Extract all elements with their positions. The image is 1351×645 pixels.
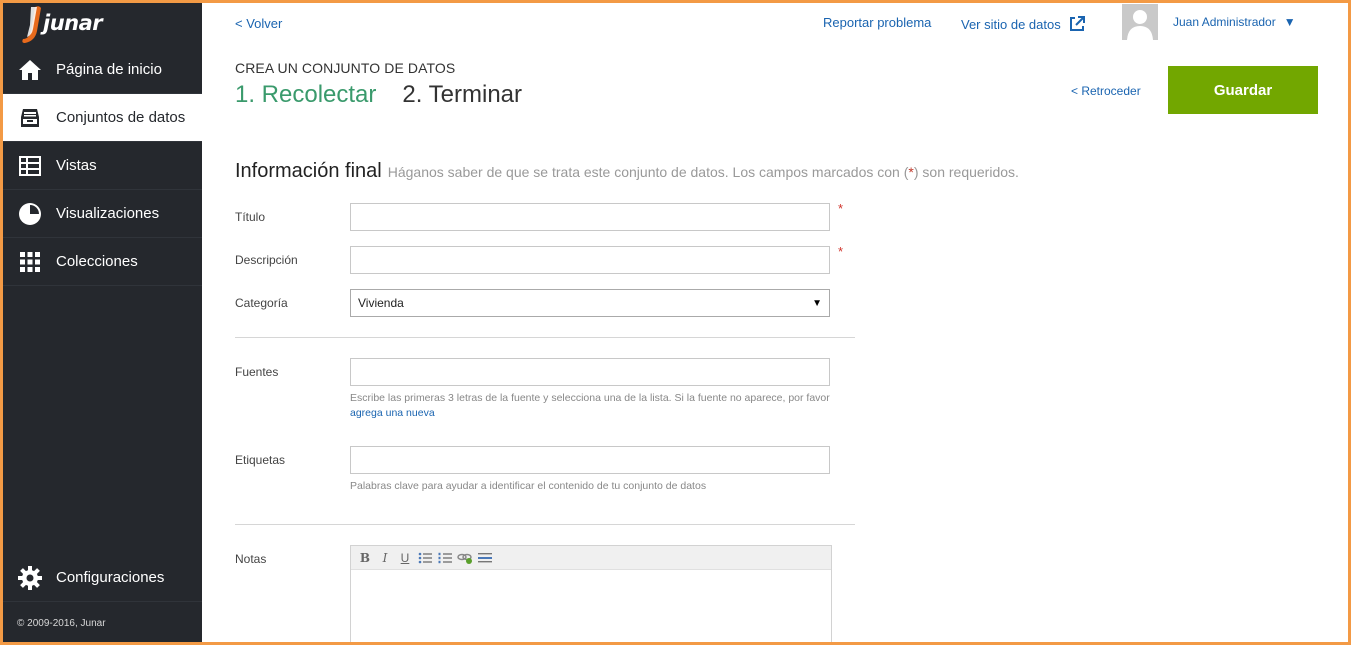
settings-label: Configuraciones xyxy=(56,569,165,586)
wizard-steps: 1. Recolectar 2. Terminar xyxy=(235,81,522,109)
sidebar-item-label: Visualizaciones xyxy=(56,205,160,222)
horizontal-rule-icon xyxy=(478,552,492,562)
divider xyxy=(235,337,855,338)
sidebar-item-label: Conjuntos de datos xyxy=(56,109,186,126)
horizontal-rule-button[interactable] xyxy=(477,550,493,566)
pie-chart-icon xyxy=(17,201,43,227)
chevron-down-icon: ▼ xyxy=(812,297,822,309)
copyright: © 2009-2016, Junar xyxy=(17,618,106,629)
sidebar-item-settings[interactable]: Configuraciones xyxy=(3,554,202,602)
sources-help: Escribe las primeras 3 letras de la fuen… xyxy=(350,392,830,419)
home-icon xyxy=(17,57,43,83)
sidebar-item-visualizations[interactable]: Visualizaciones xyxy=(3,190,202,238)
sidebar-item-label: Vistas xyxy=(56,157,97,174)
section-title: Información final xyxy=(235,160,382,182)
section-hint: Háganos saber de que se trata este conju… xyxy=(387,164,1019,180)
sidebar-item-label: Página de inicio xyxy=(56,61,162,78)
bullet-list-button[interactable] xyxy=(417,550,433,566)
user-menu[interactable]: Juan Administrador ▼ xyxy=(1173,15,1296,29)
table-icon xyxy=(17,153,43,179)
title-input[interactable] xyxy=(350,203,830,231)
italic-button[interactable]: I xyxy=(377,550,393,566)
bullet-list-icon xyxy=(418,552,432,563)
numbered-list-icon xyxy=(438,552,452,563)
tags-input[interactable] xyxy=(350,446,830,474)
notes-editor[interactable]: B I U xyxy=(350,545,832,642)
sidebar-nav: Página de inicio Conjuntos de datos Vist… xyxy=(3,46,202,286)
sources-label: Fuentes xyxy=(235,365,279,379)
logo-brush-icon xyxy=(22,6,41,43)
view-data-site-link[interactable]: Ver sitio de datos xyxy=(961,16,1085,32)
sidebar: junar Página de inicio Conjuntos de dato… xyxy=(3,3,202,642)
tags-label: Etiquetas xyxy=(235,453,286,467)
required-mark: * xyxy=(838,201,844,216)
link-button[interactable] xyxy=(457,550,473,566)
junar-logo[interactable]: junar xyxy=(19,5,119,45)
grid-icon xyxy=(17,249,43,275)
divider xyxy=(235,524,855,525)
step-collect: 1. Recolectar xyxy=(235,81,377,108)
required-mark: * xyxy=(838,244,844,259)
title-label: Título xyxy=(235,210,266,224)
notes-label: Notas xyxy=(235,552,267,566)
user-silhouette-icon xyxy=(1127,10,1153,40)
report-problem-link[interactable]: Reportar problema xyxy=(823,15,931,30)
wizard-eyebrow: CREA UN CONJUNTO DE DATOS xyxy=(235,60,456,76)
logo-text: junar xyxy=(43,11,103,35)
description-input[interactable] xyxy=(350,246,830,274)
app-frame: junar Página de inicio Conjuntos de dato… xyxy=(0,0,1351,645)
avatar[interactable] xyxy=(1122,4,1158,40)
main-content: < Volver Reportar problema Ver sitio de … xyxy=(202,3,1348,642)
numbered-list-button[interactable] xyxy=(437,550,453,566)
add-source-link[interactable]: agrega una nueva xyxy=(350,407,435,419)
link-icon xyxy=(457,553,472,564)
description-label: Descripción xyxy=(235,253,298,267)
gear-icon xyxy=(17,565,43,591)
sidebar-item-views[interactable]: Vistas xyxy=(3,142,202,190)
sidebar-item-label: Colecciones xyxy=(56,253,138,270)
save-button[interactable]: Guardar xyxy=(1168,66,1318,114)
chevron-down-icon: ▼ xyxy=(1283,15,1296,29)
inbox-icon xyxy=(17,105,43,131)
category-select[interactable]: Vivienda ▼ xyxy=(350,289,830,317)
bold-button[interactable]: B xyxy=(357,550,373,566)
sidebar-item-datasets[interactable]: Conjuntos de datos xyxy=(3,94,202,142)
sidebar-item-collections[interactable]: Colecciones xyxy=(3,238,202,286)
section-header: Información final Háganos saber de que s… xyxy=(235,160,1019,183)
sidebar-item-home[interactable]: Página de inicio xyxy=(3,46,202,94)
editor-toolbar: B I U xyxy=(351,546,831,570)
view-data-site-label: Ver sitio de datos xyxy=(961,16,1061,32)
user-name: Juan Administrador xyxy=(1173,15,1276,29)
back-link[interactable]: < Volver xyxy=(235,16,282,31)
sources-input[interactable] xyxy=(350,358,830,386)
go-back-link[interactable]: < Retroceder xyxy=(1071,84,1141,98)
category-label: Categoría xyxy=(235,296,288,310)
underline-button[interactable]: U xyxy=(397,550,413,566)
external-link-icon xyxy=(1069,16,1085,31)
category-value: Vivienda xyxy=(358,296,404,310)
step-finish: 2. Terminar xyxy=(402,81,523,108)
tags-help: Palabras clave para ayudar a identificar… xyxy=(350,480,707,492)
